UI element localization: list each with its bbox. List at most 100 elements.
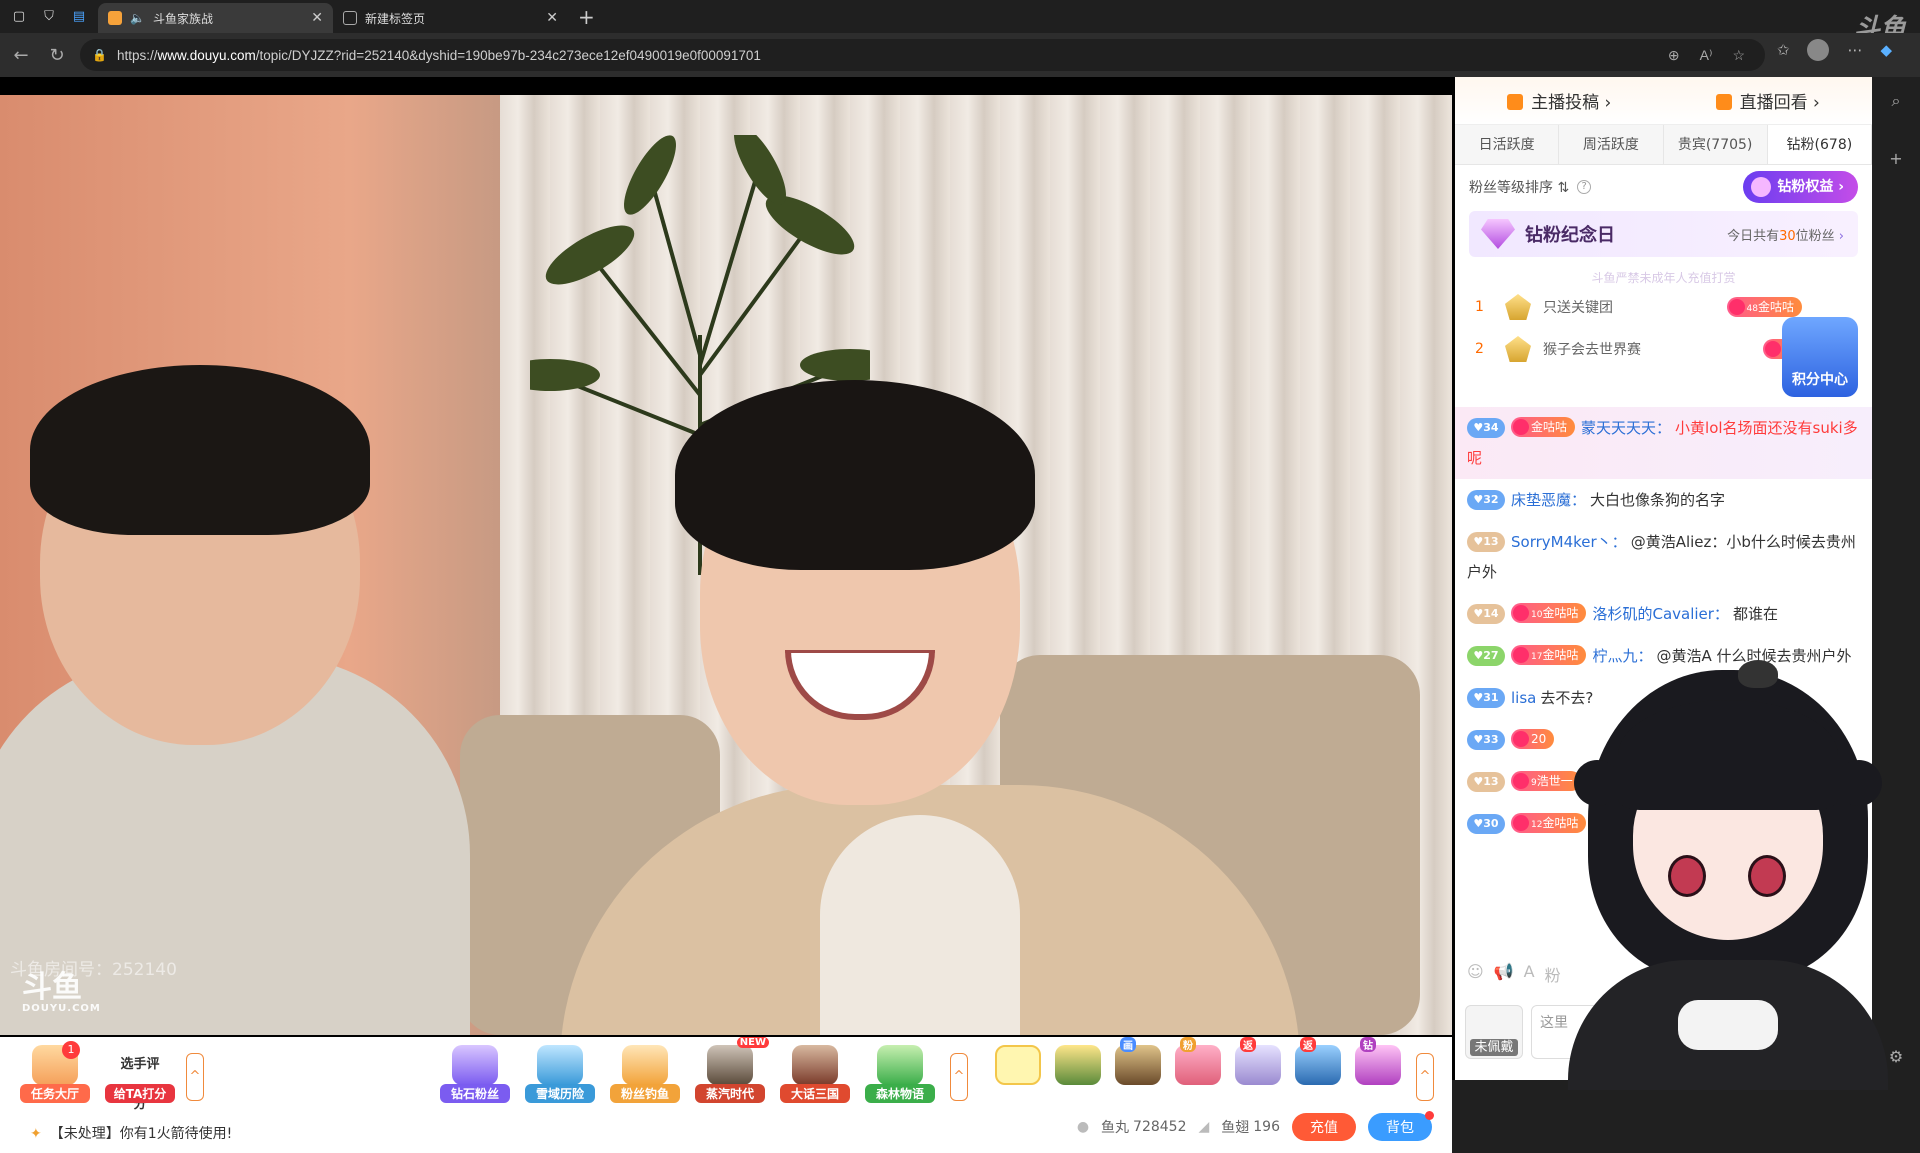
tab-diamond-fans[interactable]: 钻粉(678): [1767, 125, 1872, 164]
fishball-value: 728452: [1133, 1119, 1187, 1135]
chat-message[interactable]: ♥34 金咕咕 蒙天天天天： 小黄lol名场面还没有suki多呢: [1455, 407, 1872, 479]
gift-card-button[interactable]: 粉: [1170, 1037, 1226, 1105]
tab-actions-icon[interactable]: ▤: [68, 6, 90, 28]
shield-icon[interactable]: ⛉: [38, 6, 60, 28]
expand-left-button[interactable]: ^: [186, 1053, 204, 1101]
chat-message[interactable]: ♥32 床垫恶魔： 大白也像条狗的名字: [1455, 479, 1872, 521]
gift-ship-button[interactable]: 返: [1290, 1037, 1346, 1105]
user-level-badge: ♥13: [1467, 532, 1505, 552]
badge-level: 17: [1531, 652, 1543, 662]
video-player[interactable]: 斗鱼 DOUYU.COM 斗鱼房间号：252140: [0, 95, 1452, 1035]
fans-icon[interactable]: 粉: [1545, 962, 1561, 990]
diamond-perks-button[interactable]: 钻粉权益 ›: [1743, 171, 1858, 203]
url-prefix: https://: [116, 47, 158, 63]
sort-row: 粉丝等级排序 ⇅? 钻粉权益 ›: [1455, 165, 1872, 209]
user-level-badge: ♥14: [1467, 604, 1505, 624]
streamer-posts-link[interactable]: 主播投稿 ›: [1507, 88, 1611, 113]
back-icon[interactable]: ←: [6, 45, 36, 66]
expand-gifts-button[interactable]: ^: [1416, 1053, 1434, 1101]
wallet: ● 鱼丸 728452 ◢ 鱼翅 196 充值 背包: [1077, 1111, 1434, 1141]
search-icon[interactable]: ⌕: [1872, 91, 1920, 111]
window-menu-icon[interactable]: ▢: [8, 6, 30, 28]
chat-username[interactable]: 床垫恶魔：: [1511, 491, 1586, 509]
lock-icon[interactable]: 🔒: [92, 48, 107, 62]
panel-header: 主播投稿 › 直播回看 ›: [1455, 77, 1872, 125]
gift-medal-button[interactable]: 画: [1110, 1037, 1166, 1105]
chat-message[interactable]: ♥14 10金咕咕 洛杉矶的Cavalier： 都谁在: [1455, 593, 1872, 635]
favorite-star-icon[interactable]: ☆: [1732, 47, 1745, 64]
gift-rocket-button[interactable]: [990, 1045, 1046, 1105]
badge-name: 金咕咕: [1757, 300, 1794, 314]
close-tab-icon[interactable]: ✕: [311, 10, 323, 26]
chat-message[interactable]: ♥13 SorryM4ker丶： @黄浩Aliez：小b什么时候去贵州户外: [1455, 521, 1872, 593]
profile-avatar[interactable]: [1807, 39, 1830, 61]
more-icon[interactable]: ⋯: [1847, 41, 1862, 59]
rate-player-button[interactable]: 选手评分 给TA打分: [105, 1045, 175, 1112]
gift-girl-button[interactable]: 返: [1230, 1037, 1286, 1105]
three-kingdoms-icon: [792, 1045, 838, 1085]
steam-age-button[interactable]: NEW 蒸汽时代: [695, 1037, 769, 1105]
steam-age-label: 蒸汽时代: [695, 1084, 765, 1103]
add-icon[interactable]: +: [1872, 149, 1920, 168]
task-hall-label: 任务大厅: [20, 1084, 90, 1103]
fan-fishing-button[interactable]: 粉丝钓鱼: [610, 1045, 680, 1105]
read-aloud-icon[interactable]: A⁾: [1700, 47, 1713, 64]
user-level-badge: ♥32: [1467, 490, 1505, 510]
three-kingdoms-button[interactable]: 大话三国: [780, 1045, 850, 1105]
tab-weekly[interactable]: 周活跃度: [1559, 125, 1664, 164]
points-center-button[interactable]: 积分中心: [1782, 317, 1858, 397]
new-tab-button[interactable]: +: [578, 5, 595, 29]
user-level-badge: ♥33: [1467, 730, 1505, 750]
badge-name: 金咕咕: [1531, 420, 1568, 434]
font-icon[interactable]: A: [1524, 962, 1535, 990]
chat-username[interactable]: SorryM4ker丶：: [1511, 533, 1627, 551]
close-tab-icon[interactable]: ✕: [546, 10, 558, 26]
vtuber-eye: [1668, 855, 1706, 897]
favorites-icon[interactable]: ✩: [1777, 41, 1790, 59]
speaker-icon[interactable]: 🔈: [130, 11, 145, 25]
zoom-icon[interactable]: ⊕: [1668, 47, 1680, 64]
vtuber-bangs: [1618, 700, 1838, 810]
gift-diamond-button[interactable]: 钻: [1350, 1037, 1406, 1105]
chat-username[interactable]: lisa: [1511, 689, 1536, 707]
tab-daily[interactable]: 日活跃度: [1455, 125, 1560, 164]
fan-badge-wear-button[interactable]: 未佩戴: [1465, 1005, 1523, 1059]
badge-name: 金咕咕: [1542, 606, 1579, 620]
gift-tag: 粉: [1180, 1037, 1196, 1052]
megaphone-icon[interactable]: 📢: [1494, 962, 1514, 990]
expand-center-button[interactable]: ^: [950, 1053, 968, 1101]
rank-num: 2: [1475, 341, 1484, 357]
player-toolbar: 1 任务大厅 选手评分 给TA打分 ^ 钻石粉丝 雪域历险 粉丝钓鱼 NEW 蒸…: [0, 1037, 1452, 1153]
rocket-notice[interactable]: ✦ 【未处理】你有1火箭待使用!: [30, 1123, 232, 1143]
medal-icon: [1505, 294, 1531, 320]
snow-adventure-button[interactable]: 雪域历险: [525, 1045, 595, 1105]
help-icon[interactable]: ?: [1577, 180, 1592, 194]
emoji-icon[interactable]: ☺: [1467, 962, 1484, 990]
replay-link[interactable]: 直播回看 ›: [1715, 88, 1820, 113]
fans-badge: 20: [1511, 729, 1555, 749]
task-hall-button[interactable]: 1 任务大厅: [20, 1041, 90, 1105]
refresh-icon[interactable]: ↻: [42, 45, 72, 66]
tab-newtab[interactable]: 新建标签页 ✕: [333, 3, 568, 33]
sort-toggle[interactable]: 粉丝等级排序 ⇅: [1469, 177, 1569, 197]
chat-username[interactable]: 洛杉矶的Cavalier：: [1592, 605, 1728, 623]
diamond-fans-label: 钻石粉丝: [440, 1084, 510, 1103]
gift-lamp-button[interactable]: [1050, 1045, 1106, 1105]
vtuber-eye: [1748, 855, 1786, 897]
tab-douyu[interactable]: 🔈 斗鱼家族战 ✕: [98, 3, 333, 33]
tab-vip[interactable]: 贵宾(7705): [1663, 125, 1768, 164]
snow-adventure-icon: [537, 1045, 583, 1085]
chat-username[interactable]: 蒙天天天天：: [1581, 419, 1671, 437]
badge-name: 20: [1531, 732, 1547, 746]
diamond-fans-button[interactable]: 钻石粉丝: [440, 1045, 510, 1105]
url-field[interactable]: 🔒 https://www.douyu.com/topic/DYJZZ?rid=…: [80, 39, 1765, 71]
diamond-anniversary[interactable]: 钻粉纪念日 今日共有30位粉丝 ›: [1469, 211, 1858, 257]
minor-warning: 斗鱼严禁未成年人充值打赏: [1591, 271, 1736, 285]
bag-button[interactable]: 背包: [1368, 1111, 1434, 1141]
rank-num: 1: [1475, 299, 1484, 315]
charge-button[interactable]: 充值: [1292, 1113, 1356, 1141]
gift-tag: 钻: [1360, 1037, 1376, 1052]
gift-tag: 返: [1300, 1037, 1316, 1052]
forest-story-button[interactable]: 森林物语: [865, 1045, 935, 1105]
copilot-icon[interactable]: ◆: [1880, 41, 1892, 59]
